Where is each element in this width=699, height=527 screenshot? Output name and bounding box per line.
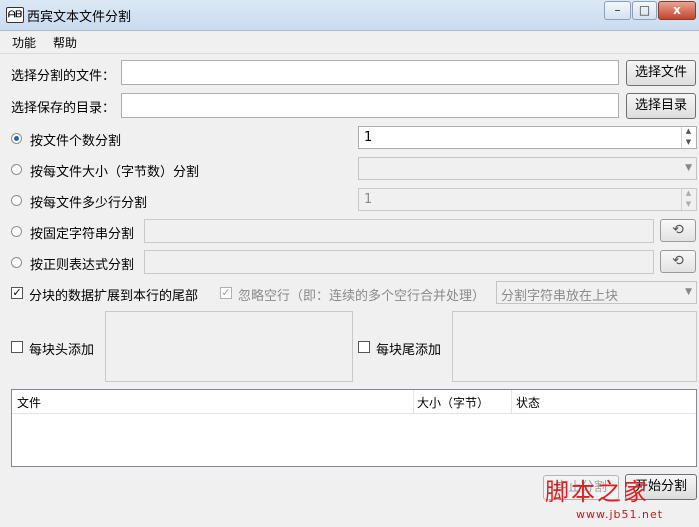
by-count-label: 按文件个数分割: [30, 134, 122, 149]
watermark-url: www.jb51.net: [576, 508, 664, 521]
extend-label: 分块的数据扩展到本行的尾部: [29, 289, 199, 304]
count-value: 1: [364, 130, 373, 145]
header-add-label: 每块头添加: [29, 343, 95, 358]
file-path-input[interactable]: [121, 60, 619, 85]
radio-by-count[interactable]: [11, 133, 22, 144]
count-spinbox[interactable]: 1 ▲ ▼: [358, 126, 697, 149]
radio-by-regex[interactable]: [11, 257, 22, 268]
spin-up-icon[interactable]: ▲: [682, 127, 695, 138]
footer-text-area[interactable]: [452, 311, 697, 382]
spin-down-icon[interactable]: ▼: [682, 200, 695, 211]
column-divider: [511, 390, 512, 413]
size-combobox[interactable]: ▼: [358, 157, 697, 180]
file-list-table[interactable]: 文件 大小（字节） 状态: [11, 389, 697, 467]
spin-up-icon[interactable]: ▲: [682, 189, 695, 200]
choose-file-button[interactable]: 选择文件: [626, 60, 696, 86]
column-divider: [413, 390, 414, 413]
regex-input[interactable]: [144, 250, 654, 274]
footer-add-checkbox[interactable]: [358, 341, 370, 353]
lines-spin-arrows[interactable]: ▲ ▼: [681, 189, 696, 210]
menu-function[interactable]: 功能: [12, 34, 36, 51]
title-bar: ᗩᗷ 西宾文本文件分割 – □ x: [0, 0, 699, 31]
chevron-down-icon: ▼: [685, 287, 692, 297]
lines-value: 1: [364, 192, 373, 207]
maximize-button[interactable]: □: [632, 1, 657, 20]
ignore-empty-label: 忽略空行（即：连续的多个空行合并处理）: [238, 289, 486, 304]
choose-dir-button[interactable]: 选择目录: [626, 93, 696, 119]
by-string-label: 按固定字符串分割: [30, 227, 135, 242]
split-position-combobox[interactable]: 分割字符串放在上块 ▼: [496, 281, 697, 304]
ignore-empty-checkbox[interactable]: ✓: [220, 287, 232, 299]
radio-by-size[interactable]: [11, 164, 22, 175]
spin-down-icon[interactable]: ▼: [682, 138, 695, 149]
string-history-button[interactable]: ⟲: [660, 219, 696, 242]
regex-history-button[interactable]: ⟲: [660, 250, 696, 273]
watermark-logo: 脚本之家: [545, 478, 649, 506]
window-title: 西宾文本文件分割: [27, 10, 132, 25]
radio-by-lines[interactable]: [11, 195, 22, 206]
menu-bar: 功能 帮助: [0, 31, 699, 54]
table-header: 文件 大小（字节） 状态: [12, 390, 696, 414]
menu-help[interactable]: 帮助: [53, 34, 77, 51]
by-regex-label: 按正则表达式分割: [30, 258, 135, 273]
history-icon: ⟲: [672, 253, 684, 269]
by-lines-label: 按每文件多少行分割: [30, 196, 148, 211]
column-size[interactable]: 大小（字节）: [417, 394, 489, 411]
by-size-label: 按每文件大小（字节数）分割: [30, 165, 200, 180]
column-status[interactable]: 状态: [516, 394, 540, 411]
minimize-button[interactable]: –: [604, 1, 631, 20]
chevron-down-icon: ▼: [685, 163, 692, 173]
header-text-area[interactable]: [105, 311, 353, 382]
app-icon: ᗩᗷ: [6, 7, 24, 23]
count-spin-arrows[interactable]: ▲ ▼: [681, 127, 696, 148]
lines-spinbox[interactable]: 1 ▲ ▼: [358, 188, 697, 211]
column-file[interactable]: 文件: [17, 394, 41, 411]
close-button[interactable]: x: [658, 1, 696, 20]
string-input[interactable]: [144, 219, 654, 243]
dir-label: 选择保存的目录：: [11, 101, 116, 116]
radio-by-string[interactable]: [11, 226, 22, 237]
header-add-checkbox[interactable]: [11, 341, 23, 353]
file-label: 选择分割的文件：: [11, 69, 116, 84]
footer-add-label: 每块尾添加: [376, 343, 442, 358]
split-position-value: 分割字符串放在上块: [501, 289, 619, 304]
history-icon: ⟲: [672, 222, 684, 238]
dir-path-input[interactable]: [121, 93, 619, 118]
extend-checkbox[interactable]: ✓: [11, 287, 23, 299]
